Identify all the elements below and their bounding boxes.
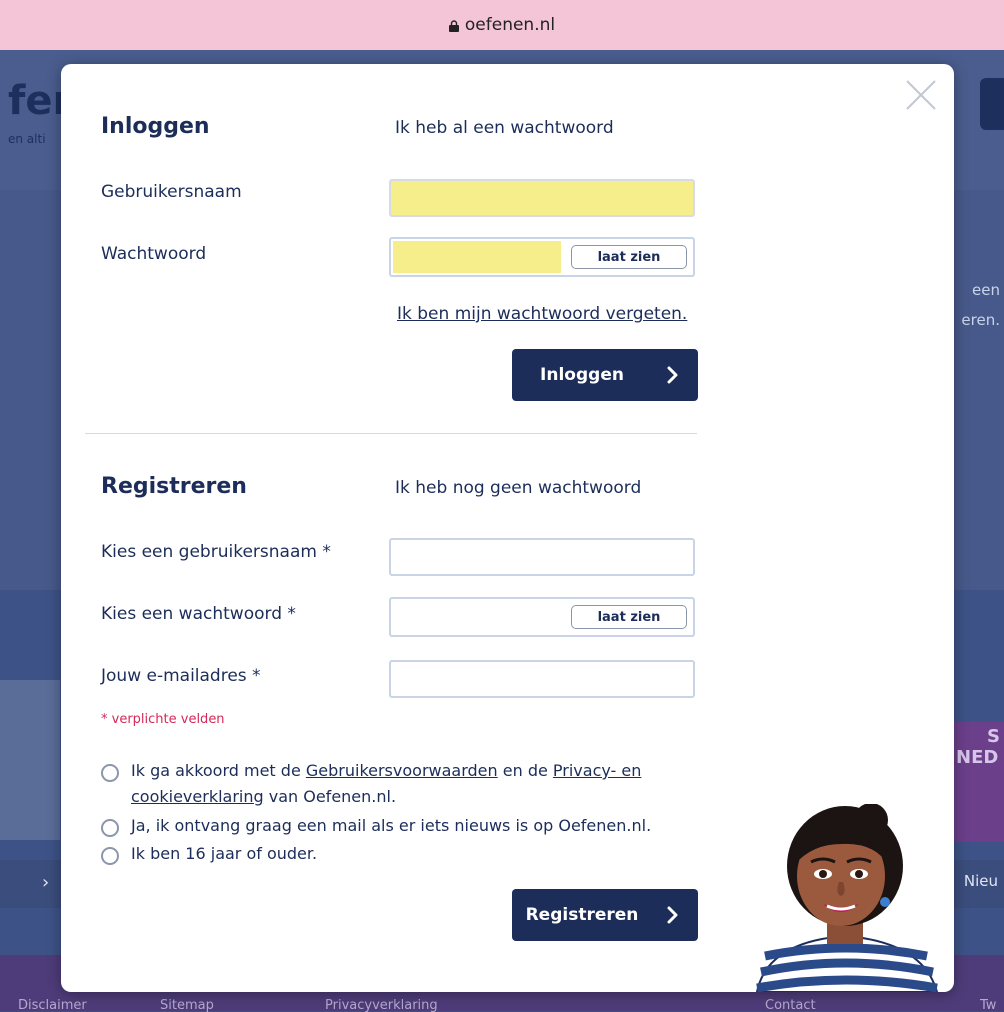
required-fields-note: * verplichte velden xyxy=(101,712,225,727)
forgot-password-link[interactable]: Ik ben mijn wachtwoord vergeten. xyxy=(397,304,687,324)
username-field[interactable] xyxy=(389,179,695,217)
new-password-field[interactable] xyxy=(393,601,561,633)
privacy-link-line1[interactable]: Privacy- en xyxy=(553,761,642,780)
url-text: oefenen.nl xyxy=(464,15,556,35)
login-button-label: Inloggen xyxy=(540,365,624,385)
show-new-password-button[interactable]: laat zien xyxy=(571,605,687,629)
chevron-right-icon xyxy=(667,366,678,384)
login-subheading: Ik heb al een wachtwoord xyxy=(395,118,614,138)
login-heading: Inloggen xyxy=(101,114,210,139)
browser-url-bar[interactable]: oefenen.nl xyxy=(0,0,1004,50)
background-text-line: eren. xyxy=(961,311,1000,329)
footer-link: Contact xyxy=(765,998,816,1012)
username-label: Gebruikersnaam xyxy=(101,182,242,202)
password-field-wrapper: laat zien xyxy=(389,237,695,277)
background-nav-label: Nieu xyxy=(963,872,998,890)
background-text-line: een xyxy=(972,281,1000,299)
terms-text-prefix: Ik ga akkoord met de xyxy=(131,761,306,780)
login-button[interactable]: Inloggen xyxy=(512,349,698,401)
close-icon[interactable] xyxy=(904,78,938,112)
login-register-modal: Inloggen Ik heb al een wachtwoord Gebrui… xyxy=(61,64,954,992)
password-field[interactable] xyxy=(393,241,561,273)
chevron-right-icon: › xyxy=(42,872,50,893)
terms-text-middle: en de xyxy=(497,761,553,780)
terms-text-suffix: van Oefenen.nl. xyxy=(263,787,397,806)
show-password-button[interactable]: laat zien xyxy=(571,245,687,269)
terms-of-use-link[interactable]: Gebruikersvoorwaarden xyxy=(306,761,498,780)
new-password-label: Kies een wachtwoord * xyxy=(101,604,296,624)
footer-link: Sitemap xyxy=(160,998,214,1012)
newsletter-checkbox[interactable] xyxy=(101,819,119,837)
register-button-label: Registreren xyxy=(525,905,639,925)
background-tagline: en alti xyxy=(8,132,46,146)
terms-checkbox[interactable] xyxy=(101,764,119,782)
age-text: Ik ben 16 jaar of ouder. xyxy=(131,844,318,863)
age-checkbox[interactable] xyxy=(101,847,119,865)
email-label: Jouw e-mailadres * xyxy=(101,666,261,686)
password-label: Wachtwoord xyxy=(101,244,207,264)
register-subheading: Ik heb nog geen wachtwoord xyxy=(395,478,642,498)
footer-link: Disclaimer xyxy=(18,998,87,1012)
new-username-label: Kies een gebruikersnaam * xyxy=(101,542,331,562)
chevron-right-icon xyxy=(667,906,678,924)
footer-link: Tw xyxy=(980,998,997,1012)
newsletter-text: Ja, ik ontvang graag een mail als er iet… xyxy=(131,816,652,835)
mascot-avatar-illustration xyxy=(755,804,939,992)
register-heading: Registreren xyxy=(101,474,247,499)
background-promo: S NED xyxy=(952,722,1004,842)
privacy-link-line2[interactable]: cookieverklaring xyxy=(131,787,264,806)
background-promo-line: S xyxy=(987,726,1000,747)
new-username-field[interactable] xyxy=(389,538,695,576)
background-image xyxy=(0,680,60,840)
background-footer-links: Disclaimer Sitemap Privacyverklaring Con… xyxy=(0,998,1004,1012)
lock-icon xyxy=(448,20,459,32)
background-promo-line: NED xyxy=(956,747,999,768)
register-button[interactable]: Registreren xyxy=(512,889,698,941)
footer-link: Privacyverklaring xyxy=(325,998,438,1012)
terms-text: Ik ga akkoord met de Gebruikersvoorwaard… xyxy=(131,758,641,810)
section-divider xyxy=(85,433,697,434)
email-field[interactable] xyxy=(389,660,695,698)
background-header-button xyxy=(980,78,1004,130)
new-password-field-wrapper: laat zien xyxy=(389,597,695,637)
background-right-text: een eren. xyxy=(961,275,1000,335)
